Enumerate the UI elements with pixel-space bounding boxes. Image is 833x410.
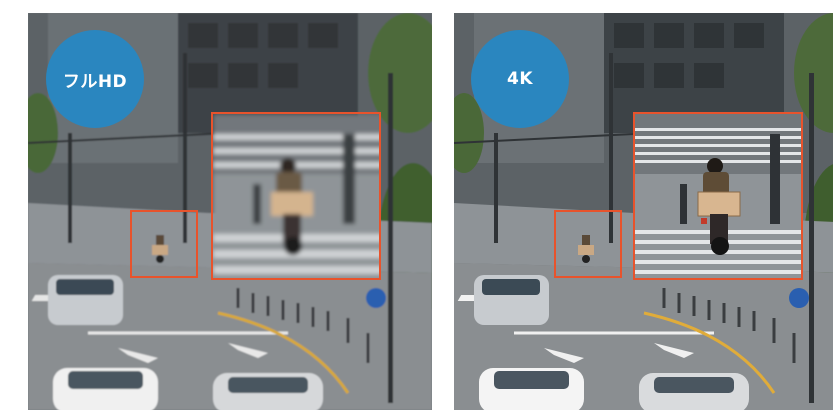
4k-badge: 4K <box>471 30 569 128</box>
4k-zoom-inset <box>633 112 803 280</box>
4k-panel: 4K <box>454 13 833 410</box>
fullhd-badge: フルHD <box>46 30 144 128</box>
resolution-comparison: フルHD 4K <box>0 0 833 410</box>
4k-selection-box <box>554 210 622 278</box>
fullhd-panel: フルHD <box>28 13 432 410</box>
fullhd-selection-box <box>130 210 198 278</box>
zoom-inset-icon <box>635 114 801 278</box>
fullhd-badge-label: フルHD <box>62 71 128 92</box>
zoom-inset-icon <box>213 114 379 278</box>
4k-badge-label: 4K <box>506 69 533 89</box>
fullhd-zoom-inset <box>211 112 381 280</box>
